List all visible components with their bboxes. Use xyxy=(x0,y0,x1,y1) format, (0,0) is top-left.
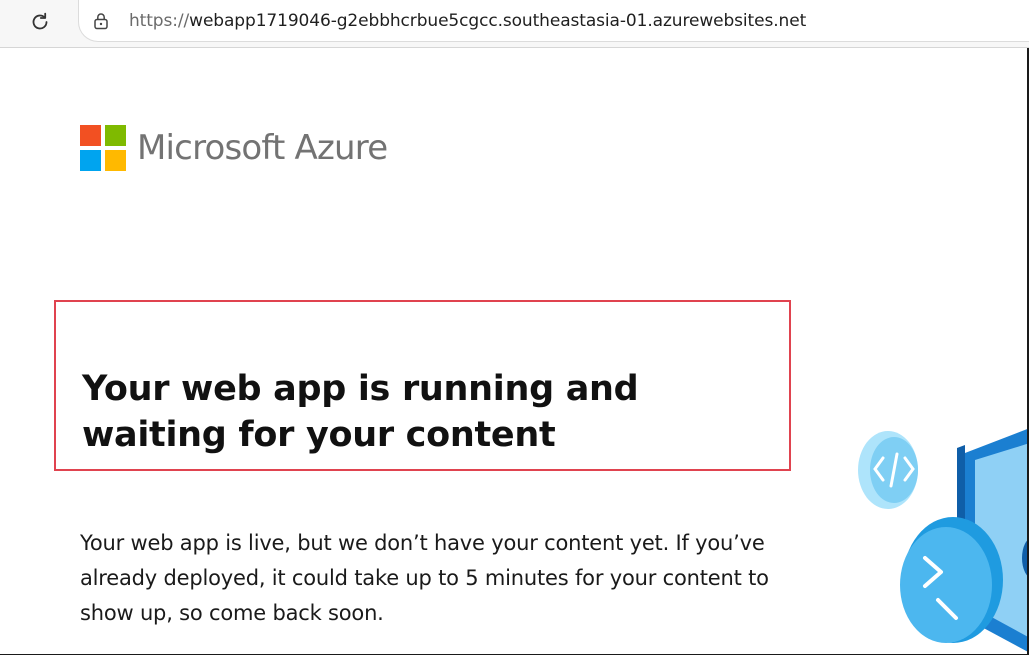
page-content: Microsoft Azure Your web app is running … xyxy=(0,48,1029,655)
page-description: Your web app is live, but we don’t have … xyxy=(80,531,769,625)
reload-icon xyxy=(32,12,48,30)
microsoft-logo-icon xyxy=(80,125,126,171)
browser-toolbar: https://webapp1719046-g2ebbhcrbue5cgcc.s… xyxy=(0,0,1029,48)
lock-icon[interactable] xyxy=(91,11,111,31)
address-bar[interactable]: https://webapp1719046-g2ebbhcrbue5cgcc.s… xyxy=(78,0,1029,42)
reload-button[interactable] xyxy=(20,6,60,38)
logo-text: Microsoft Azure xyxy=(137,128,388,168)
page-heading: Your web app is running and waiting for … xyxy=(82,369,639,455)
url-host: webapp1719046-g2ebbhcrbue5cgcc.southeast… xyxy=(189,11,807,31)
code-monitor-illustration xyxy=(858,429,1027,652)
url-scheme: https:// xyxy=(129,11,190,31)
azure-logo: Microsoft Azure xyxy=(80,125,388,171)
url-text[interactable]: https://webapp1719046-g2ebbhcrbue5cgcc.s… xyxy=(129,11,806,31)
heading-highlight-box: Your web app is running and waiting for … xyxy=(54,300,791,471)
